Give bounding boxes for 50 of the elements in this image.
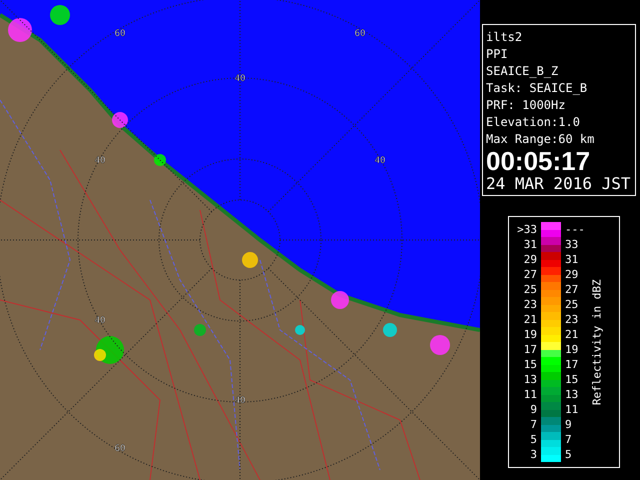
legend-low-value: 21 bbox=[522, 312, 537, 327]
legend-high-value: 23 bbox=[565, 312, 580, 327]
legend-low-value: 5 bbox=[529, 432, 537, 447]
legend-high-value: --- bbox=[565, 222, 586, 237]
legend-low-value: >33 bbox=[516, 222, 537, 237]
legend-high-value: 31 bbox=[565, 252, 580, 267]
legend-low-value: 19 bbox=[522, 327, 537, 342]
legend-low-value: 27 bbox=[522, 267, 537, 282]
legend-low-value: 31 bbox=[522, 237, 537, 252]
legend-high-value: 19 bbox=[565, 342, 580, 357]
legend-high-value: 7 bbox=[565, 432, 573, 447]
legend-high-value: 27 bbox=[565, 282, 580, 297]
legend-high-value: 17 bbox=[565, 357, 580, 372]
range-label: 60 bbox=[114, 29, 126, 39]
info-line: PRF: 1000Hz bbox=[486, 97, 566, 114]
legend-low-value: 13 bbox=[522, 372, 537, 387]
legend-high-value: 25 bbox=[565, 297, 580, 312]
info-line: PPI bbox=[486, 46, 509, 63]
legend-high-value: 33 bbox=[565, 237, 580, 252]
range-label: 40 bbox=[94, 156, 106, 166]
info-line: ilts2 bbox=[486, 29, 524, 46]
legend-high-value: 5 bbox=[565, 447, 573, 462]
info-line: SEAICE_B_Z bbox=[486, 63, 560, 80]
legend-low-value: 7 bbox=[529, 417, 537, 432]
legend-low-value: 29 bbox=[522, 252, 537, 267]
legend-high-value: 11 bbox=[565, 402, 580, 417]
info-line: Task: SEAICE_B bbox=[486, 80, 588, 97]
info-line: Max Range:60 km bbox=[486, 131, 596, 148]
legend-low-value: 25 bbox=[522, 282, 537, 297]
range-label: 40 bbox=[234, 74, 246, 84]
range-label: 60 bbox=[114, 444, 126, 454]
date-display: 24 MAR 2016 JST bbox=[486, 174, 632, 194]
legend-low-value: 3 bbox=[529, 447, 537, 462]
legend-high-value: 9 bbox=[565, 417, 573, 432]
range-label: 40 bbox=[234, 396, 246, 406]
info-line: Elevation:1.0 bbox=[486, 114, 581, 131]
legend-title: Reflectivity in dBZ bbox=[590, 279, 605, 405]
range-label: 60 bbox=[354, 29, 366, 39]
legend-low-value: 15 bbox=[522, 357, 537, 372]
range-label: 40 bbox=[374, 156, 386, 166]
legend-low-value: 23 bbox=[522, 297, 537, 312]
legend-high-value: 13 bbox=[565, 387, 580, 402]
legend-high-value: 21 bbox=[565, 327, 580, 342]
range-label: 40 bbox=[94, 316, 106, 326]
legend-high-value: 29 bbox=[565, 267, 580, 282]
time-display: 00:05:17 bbox=[486, 148, 592, 174]
legend-low-value: 11 bbox=[522, 387, 537, 402]
legend-low-value: 17 bbox=[522, 342, 537, 357]
legend-low-value: 9 bbox=[529, 402, 537, 417]
legend-high-value: 15 bbox=[565, 372, 580, 387]
